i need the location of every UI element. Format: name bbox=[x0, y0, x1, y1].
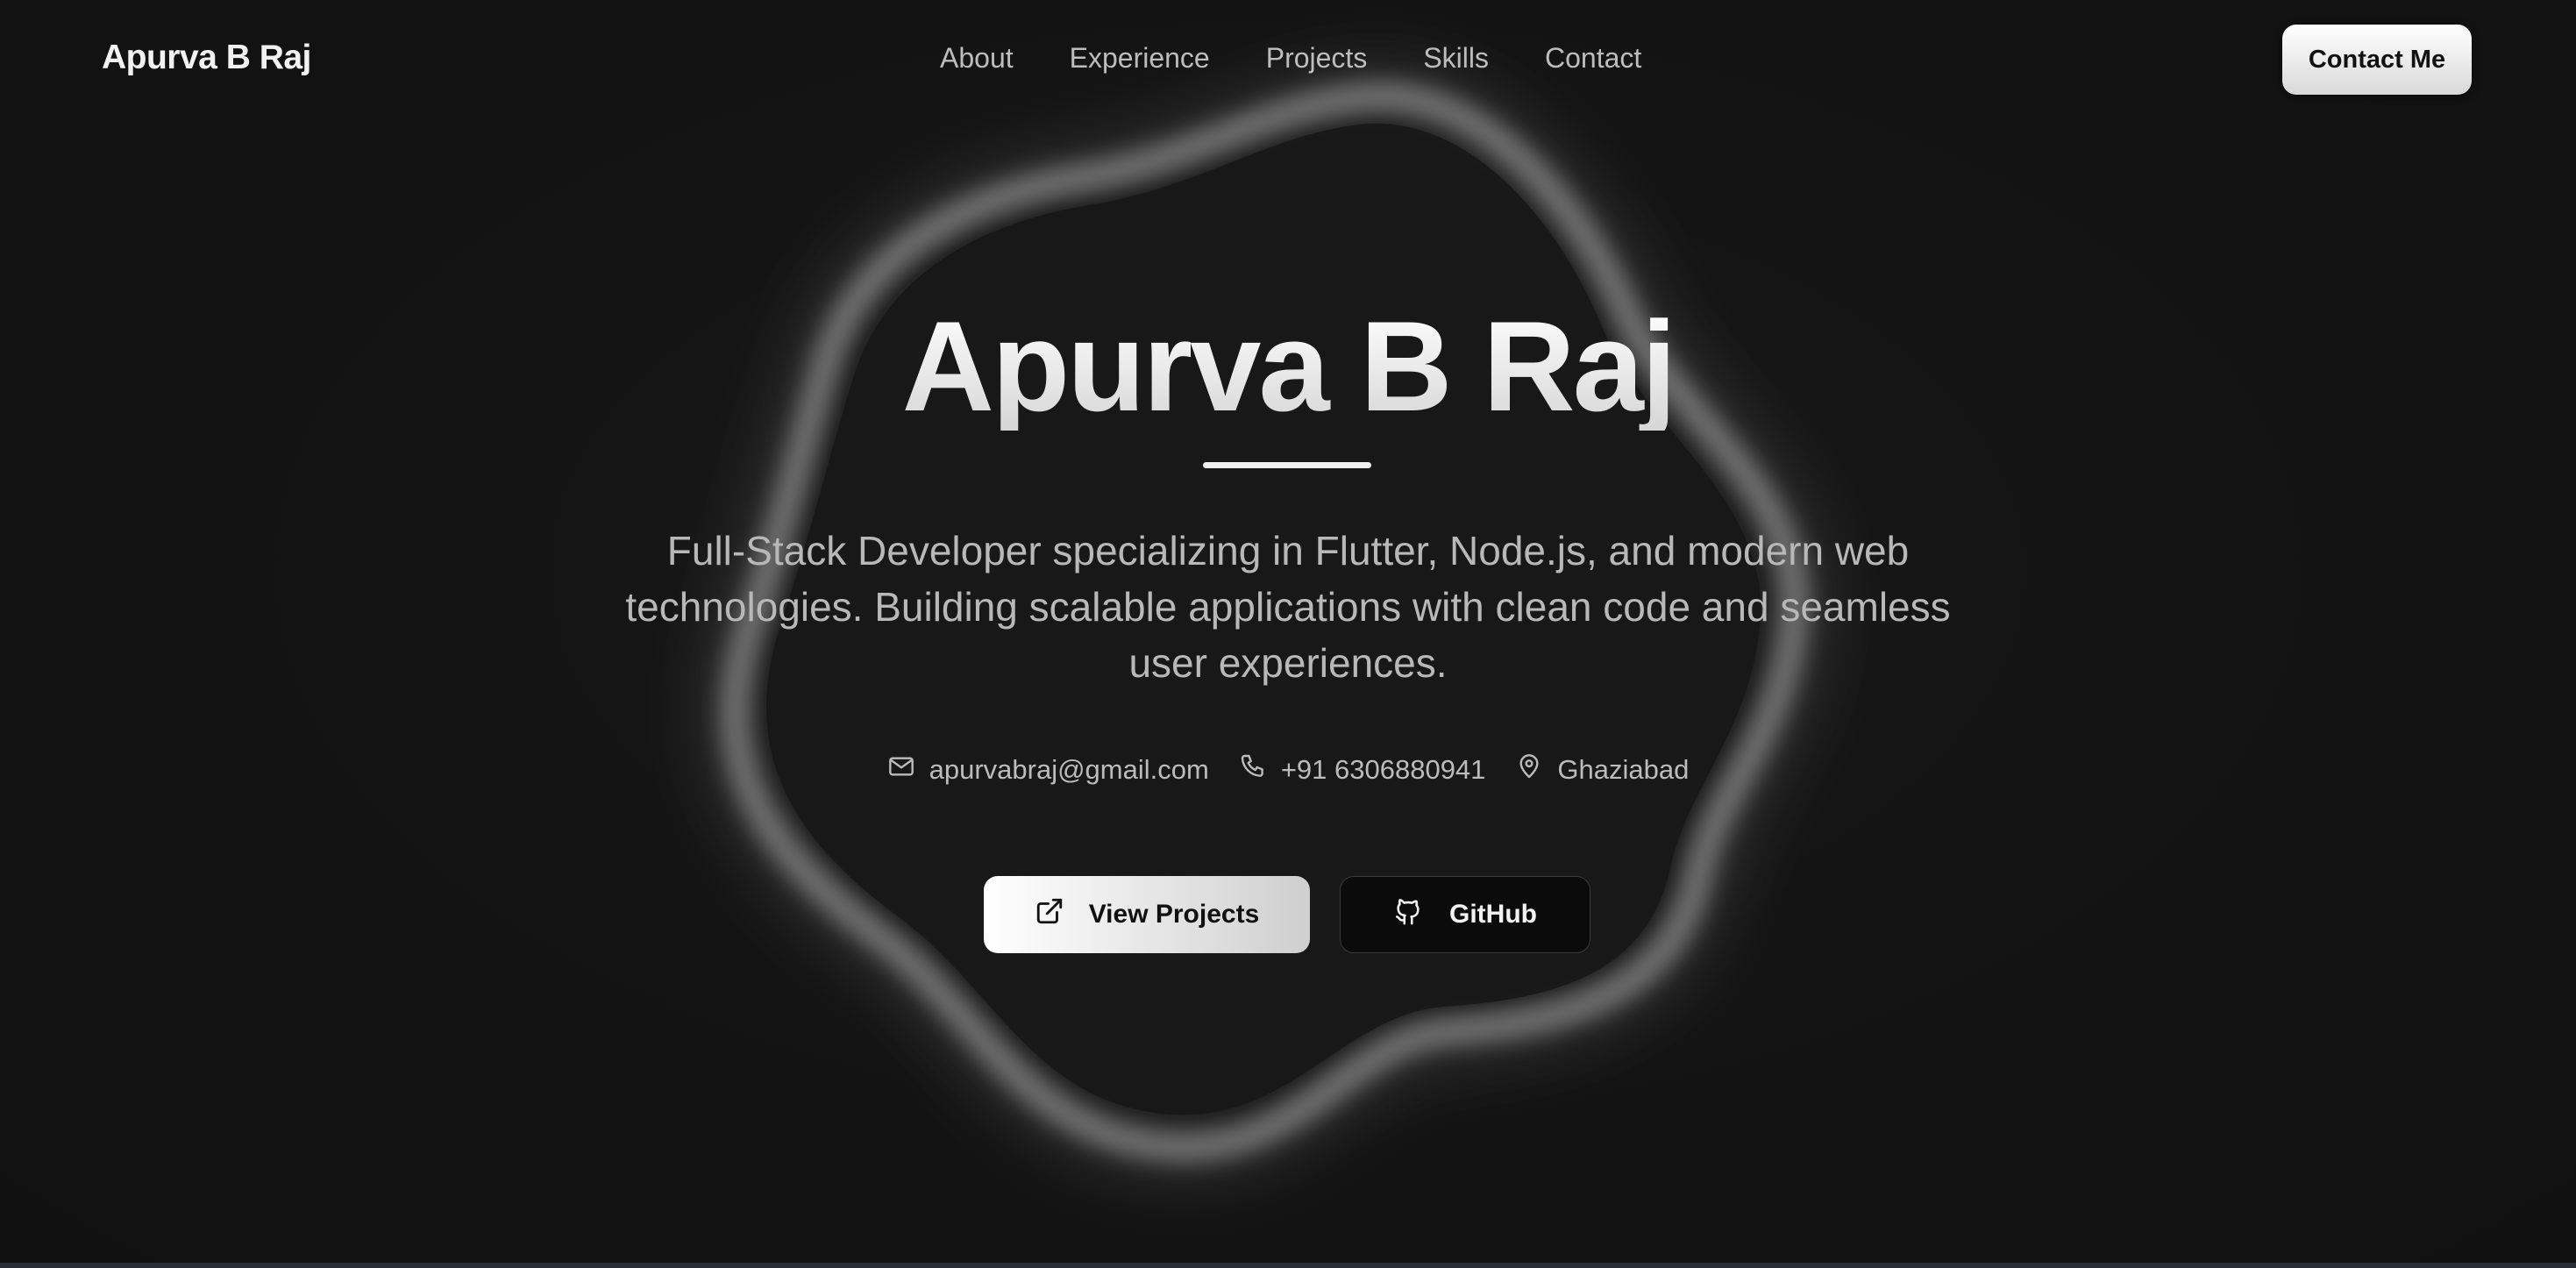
map-pin-icon bbox=[1515, 752, 1543, 787]
hero-title: Apurva B Raj bbox=[0, 303, 2576, 431]
contact-me-button[interactable]: Contact Me bbox=[2282, 25, 2472, 95]
top-navigation: Apurva B Raj About Experience Projects S… bbox=[0, 0, 2576, 119]
page: Apurva B Raj About Experience Projects S… bbox=[0, 0, 2576, 1268]
view-projects-label: View Projects bbox=[1088, 900, 1260, 929]
phone-icon bbox=[1239, 752, 1267, 787]
phone-contact[interactable]: +91 6306880941 bbox=[1239, 752, 1486, 787]
github-icon bbox=[1393, 896, 1423, 933]
nav-link-skills[interactable]: Skills bbox=[1423, 42, 1489, 75]
nav-link-projects[interactable]: Projects bbox=[1266, 42, 1368, 75]
github-button[interactable]: GitHub bbox=[1340, 876, 1590, 953]
email-contact[interactable]: apurvabraj@gmail.com bbox=[887, 752, 1209, 787]
email-text: apurvabraj@gmail.com bbox=[929, 754, 1209, 785]
github-label: GitHub bbox=[1449, 900, 1537, 929]
nav-link-experience[interactable]: Experience bbox=[1070, 42, 1210, 75]
hero-description: Full-Stack Developer specializing in Flu… bbox=[625, 528, 1951, 686]
mail-icon bbox=[887, 752, 915, 787]
hero-actions: View Projects GitHub bbox=[984, 876, 1590, 953]
nav-link-contact[interactable]: Contact bbox=[1545, 42, 1641, 75]
contact-info-row: apurvabraj@gmail.com +91 6306880941 Ghaz… bbox=[0, 752, 2576, 787]
phone-text: +91 6306880941 bbox=[1280, 754, 1486, 785]
brand-logo[interactable]: Apurva B Raj bbox=[102, 39, 311, 77]
external-link-icon bbox=[1035, 896, 1064, 933]
nav-links: About Experience Projects Skills Contact bbox=[940, 42, 1641, 75]
location-contact: Ghaziabad bbox=[1515, 752, 1689, 787]
location-text: Ghaziabad bbox=[1557, 754, 1690, 785]
view-projects-button[interactable]: View Projects bbox=[984, 876, 1310, 953]
bottom-edge bbox=[0, 1263, 2576, 1268]
nav-link-about[interactable]: About bbox=[940, 42, 1014, 75]
title-underline bbox=[1203, 462, 1371, 468]
